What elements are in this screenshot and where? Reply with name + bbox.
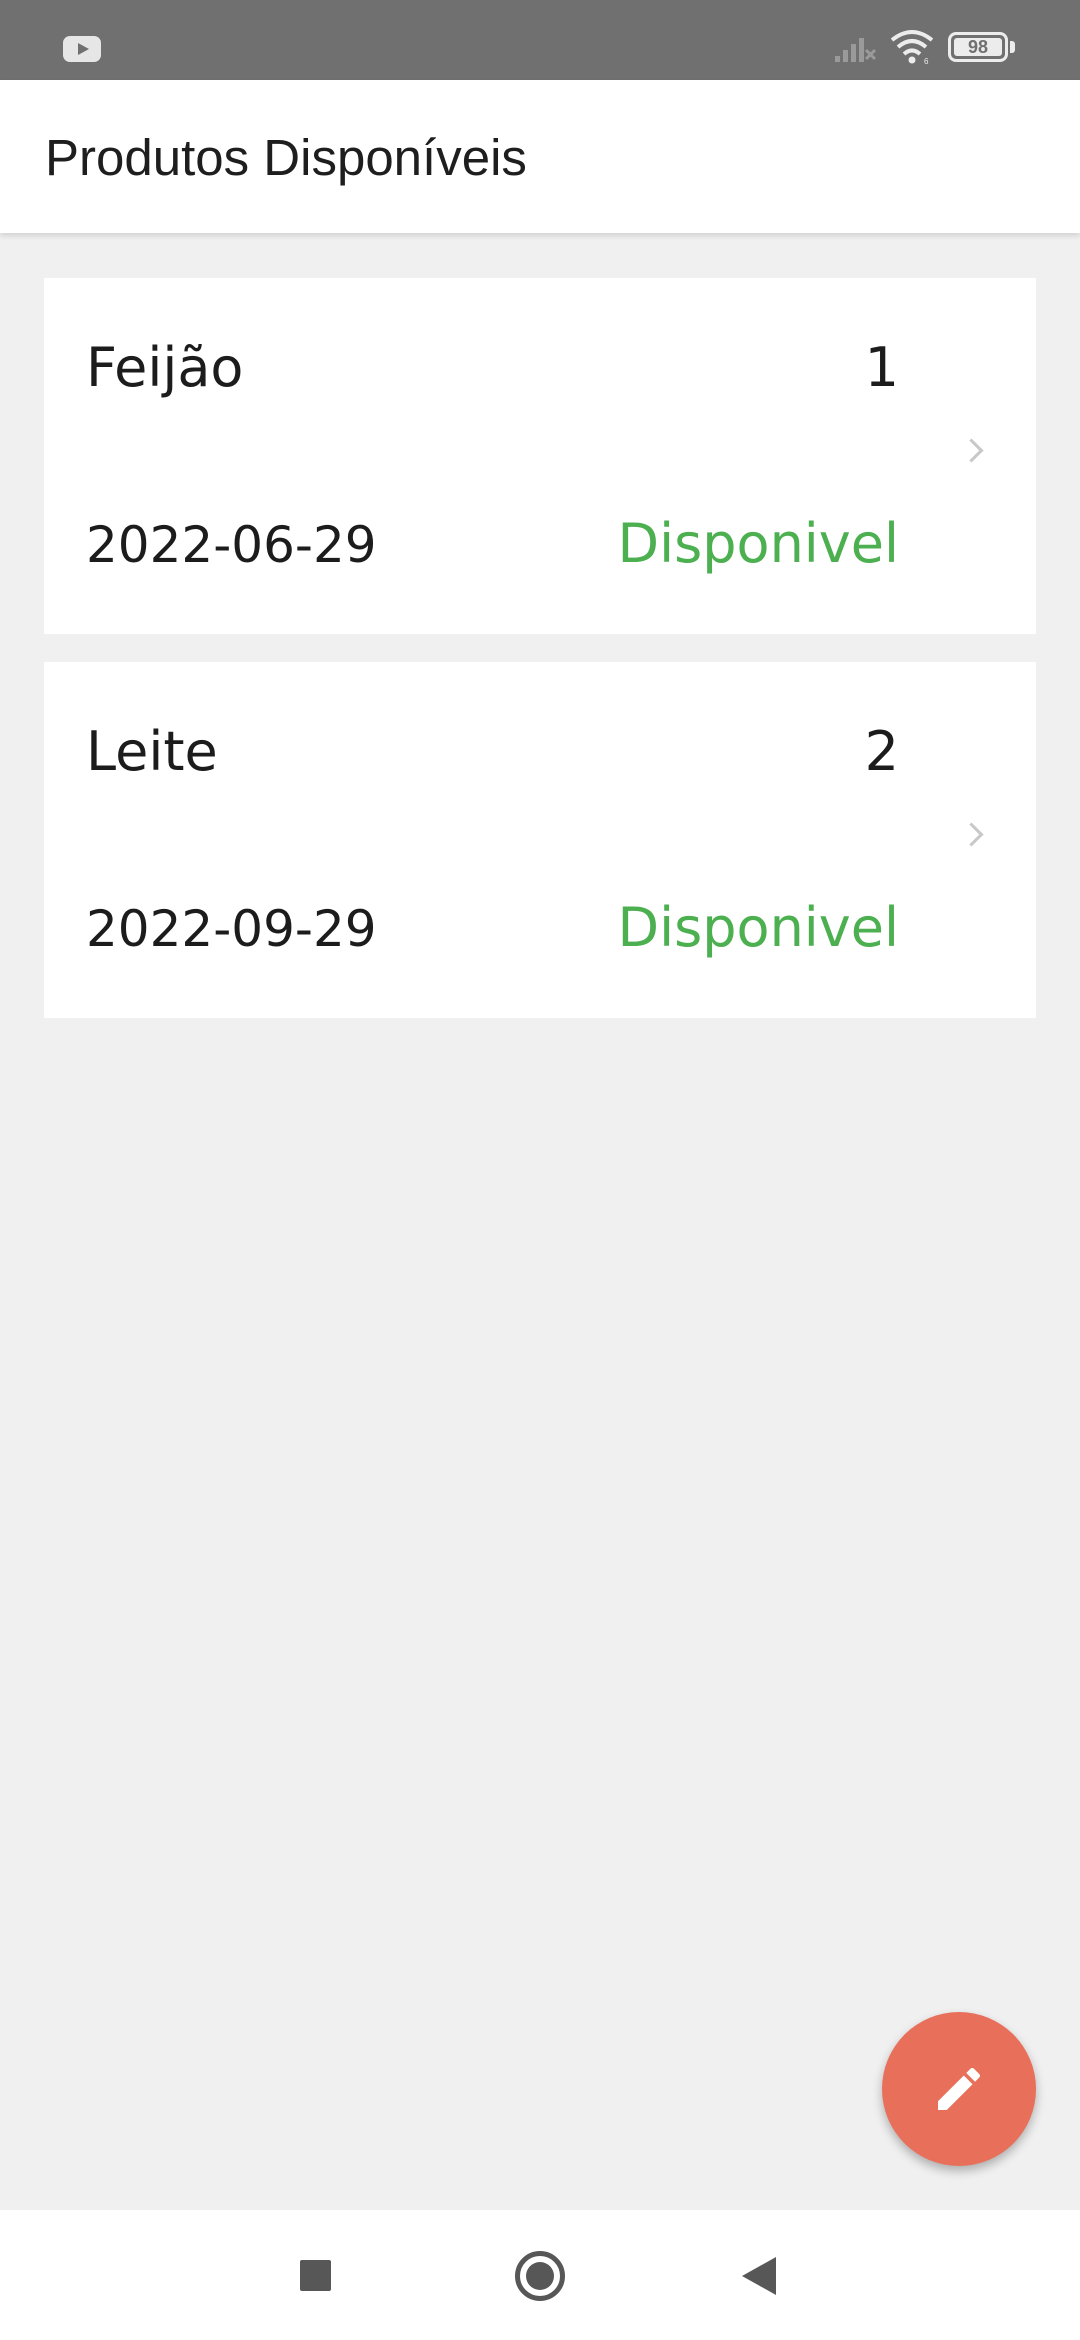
chevron-right-icon <box>959 438 984 463</box>
product-card[interactable]: Leite 2 2022-09-29 Disponivel <box>44 662 1036 1018</box>
product-date: 2022-06-29 <box>86 516 377 574</box>
product-card[interactable]: Feijão 1 2022-06-29 Disponivel <box>44 278 1036 634</box>
recents-square-icon[interactable] <box>300 2260 331 2291</box>
app-bar: Produtos Disponíveis <box>0 80 1080 233</box>
product-status: Disponivel <box>617 512 899 575</box>
product-name: Feijão <box>86 336 244 399</box>
screen: 6 98 Produtos Disponíveis Feijão 1 2022-… <box>0 0 1080 2340</box>
product-quantity: 1 <box>864 336 899 399</box>
product-status: Disponivel <box>617 896 899 959</box>
status-bar: 6 98 <box>0 0 1080 80</box>
navigation-bar <box>0 2210 1080 2340</box>
svg-text:6: 6 <box>924 57 929 66</box>
battery-tip <box>1010 41 1015 53</box>
wifi-icon: 6 <box>890 30 934 66</box>
pencil-icon <box>938 2067 981 2110</box>
home-circle-icon[interactable] <box>515 2251 565 2301</box>
product-name: Leite <box>86 720 218 783</box>
product-list: Feijão 1 2022-06-29 Disponivel Leite 2 2… <box>44 278 1036 1046</box>
back-triangle-icon[interactable] <box>742 2257 776 2295</box>
product-quantity: 2 <box>864 720 899 783</box>
battery-icon: 98 <box>948 32 1008 62</box>
chevron-right-icon <box>959 822 984 847</box>
battery-level: 98 <box>954 37 1002 57</box>
page-title: Produtos Disponíveis <box>45 129 527 186</box>
youtube-icon <box>63 36 101 62</box>
product-date: 2022-09-29 <box>86 900 377 958</box>
signal-icon <box>835 38 877 62</box>
edit-fab-button[interactable] <box>882 2012 1036 2166</box>
